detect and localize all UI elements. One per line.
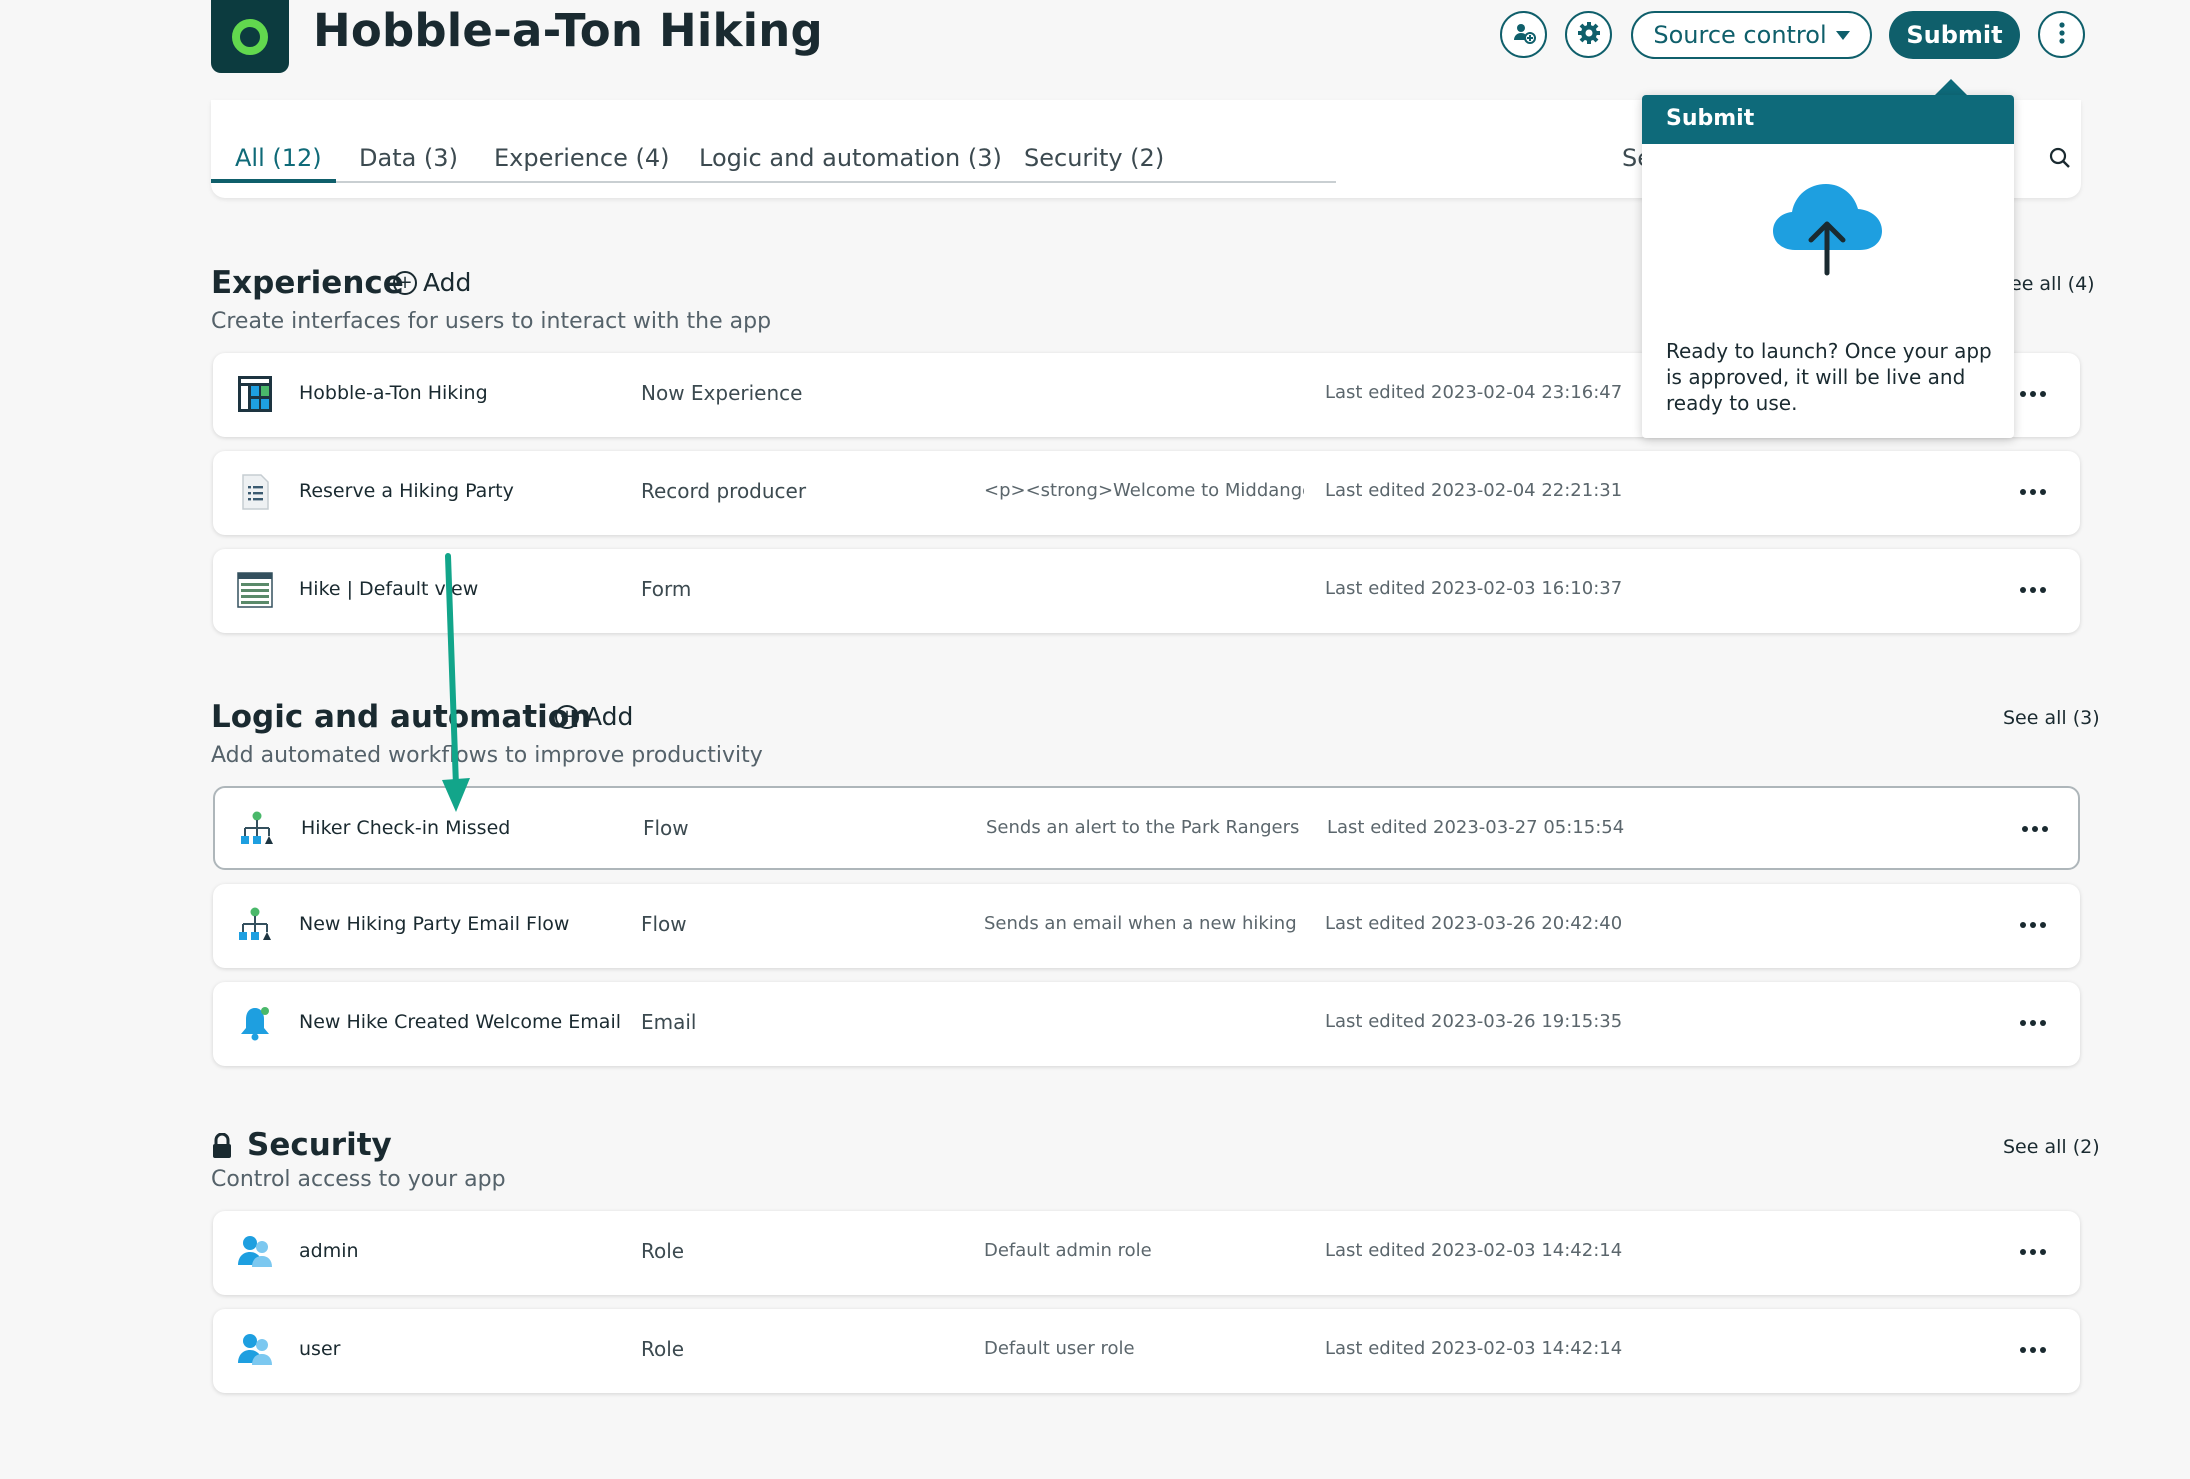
row-last-edited: Last edited 2023-02-03 16:10:37: [1325, 578, 1623, 599]
row-more-icon[interactable]: [2013, 910, 2053, 940]
users-icon: [237, 1233, 273, 1271]
row-description: Sends an email when a new hiking p...: [984, 913, 1304, 934]
flow-icon: [237, 906, 273, 944]
popover-arrow: [1934, 79, 1968, 96]
annotation-arrow-icon: [442, 553, 470, 812]
tabs-divider: [211, 181, 1336, 183]
row-more-icon[interactable]: [2013, 1008, 2053, 1038]
app-title: Hobble-a-Ton Hiking: [313, 4, 823, 57]
row-description: <p><strong>Welcome to Middange...: [984, 480, 1304, 501]
submit-popover: Submit Ready to launch? Once your app is…: [1642, 95, 2014, 438]
search-icon[interactable]: [2048, 146, 2072, 174]
list-item[interactable]: Reserve a Hiking Party Record producer <…: [213, 451, 2080, 535]
list-item[interactable]: New Hike Created Welcome Email Email Las…: [213, 982, 2080, 1066]
logic-section-title: Logic and automation: [211, 699, 592, 735]
app-logo: [211, 0, 289, 73]
row-last-edited: Last edited 2023-02-03 14:42:14: [1325, 1240, 1623, 1261]
row-last-edited: Last edited 2023-03-27 05:15:54: [1327, 817, 1625, 838]
row-description: Default admin role: [984, 1240, 1152, 1261]
row-name: Hobble-a-Ton Hiking: [299, 382, 488, 404]
logic-see-all-link[interactable]: See all (3): [2003, 707, 2100, 729]
collaborators-button[interactable]: [1500, 11, 1547, 58]
row-type: Role: [641, 1239, 685, 1263]
row-type: Form: [641, 577, 692, 601]
gear-icon: [1576, 20, 1602, 50]
row-type: Now Experience: [641, 381, 803, 405]
plus-circle-icon: +: [555, 704, 579, 729]
bell-icon: [237, 1004, 273, 1042]
list-item[interactable]: user Role Default user role Last edited …: [213, 1309, 2080, 1393]
security-see-all-link[interactable]: See all (2): [2003, 1136, 2100, 1158]
add-label: Add: [585, 702, 634, 731]
document-list-icon: [237, 473, 273, 511]
list-item[interactable]: New Hiking Party Email Flow Flow Sends a…: [213, 884, 2080, 968]
row-name: New Hike Created Welcome Email: [299, 1011, 621, 1033]
row-more-icon[interactable]: [2013, 1335, 2053, 1365]
tab-data[interactable]: Data (3): [359, 144, 458, 172]
row-description: Default user role: [984, 1338, 1135, 1359]
lock-icon: [211, 1132, 233, 1163]
plus-circle-icon: +: [393, 270, 417, 295]
tab-security[interactable]: Security (2): [1024, 144, 1164, 172]
popover-title: Submit: [1642, 95, 2014, 144]
flow-icon: [239, 810, 275, 848]
source-control-label: Source control: [1653, 21, 1827, 49]
logic-section-subtitle: Add automated workflows to improve produ…: [211, 743, 763, 768]
row-type: Flow: [641, 912, 687, 936]
row-last-edited: Last edited 2023-03-26 19:15:35: [1325, 1011, 1623, 1032]
row-last-edited: Last edited 2023-02-04 23:16:47: [1325, 382, 1623, 403]
row-last-edited: Last edited 2023-03-26 20:42:40: [1325, 913, 1623, 934]
row-last-edited: Last edited 2023-02-03 14:42:14: [1325, 1338, 1623, 1359]
experience-add-button[interactable]: + Add: [393, 268, 471, 297]
row-name: user: [299, 1338, 341, 1360]
cloud-upload-icon: [1767, 178, 1887, 282]
security-section-title: Security: [247, 1127, 392, 1163]
more-options-button[interactable]: [2038, 11, 2085, 58]
list-item[interactable]: Hike | Default view Form Last edited 202…: [213, 549, 2080, 633]
row-more-icon[interactable]: [2013, 575, 2053, 605]
row-type: Record producer: [641, 479, 807, 503]
experience-section-title: Experience: [211, 265, 404, 301]
add-label: Add: [423, 268, 472, 297]
row-type: Role: [641, 1337, 685, 1361]
list-item[interactable]: admin Role Default admin role Last edite…: [213, 1211, 2080, 1295]
submit-button[interactable]: Submit: [1889, 11, 2020, 59]
experience-see-all-link[interactable]: ee all (4): [2010, 273, 2095, 295]
caret-down-icon: [1835, 30, 1850, 40]
users-icon: [237, 1331, 273, 1369]
row-type: Email: [641, 1010, 697, 1034]
row-type: Flow: [643, 816, 689, 840]
source-control-button[interactable]: Source control: [1631, 11, 1872, 59]
form-table-icon: [237, 571, 273, 609]
row-name: admin: [299, 1240, 359, 1262]
tab-experience[interactable]: Experience (4): [494, 144, 669, 172]
row-name: Reserve a Hiking Party: [299, 480, 514, 502]
tab-all[interactable]: All (12): [235, 144, 322, 172]
settings-button[interactable]: [1565, 11, 1612, 58]
row-more-icon[interactable]: [2015, 814, 2055, 844]
experience-page-icon: [237, 375, 273, 413]
list-item[interactable]: Hiker Check-in Missed Flow Sends an aler…: [213, 786, 2080, 870]
logic-add-button[interactable]: + Add: [555, 702, 633, 731]
row-name: New Hiking Party Email Flow: [299, 913, 570, 935]
user-add-icon: [1511, 20, 1537, 50]
row-description: Sends an alert to the Park Rangers ...: [986, 817, 1306, 838]
tab-active-indicator: [211, 179, 336, 183]
security-section-subtitle: Control access to your app: [211, 1167, 506, 1192]
row-more-icon[interactable]: [2013, 379, 2053, 409]
popover-message: Ready to launch? Once your app is approv…: [1666, 339, 1992, 415]
row-more-icon[interactable]: [2013, 477, 2053, 507]
row-name: Hiker Check-in Missed: [301, 817, 511, 839]
vertical-dots-icon: [2058, 20, 2066, 50]
row-more-icon[interactable]: [2013, 1237, 2053, 1267]
experience-section-subtitle: Create interfaces for users to interact …: [211, 309, 772, 334]
tab-logic-automation[interactable]: Logic and automation (3): [699, 144, 1002, 172]
row-last-edited: Last edited 2023-02-04 22:21:31: [1325, 480, 1623, 501]
